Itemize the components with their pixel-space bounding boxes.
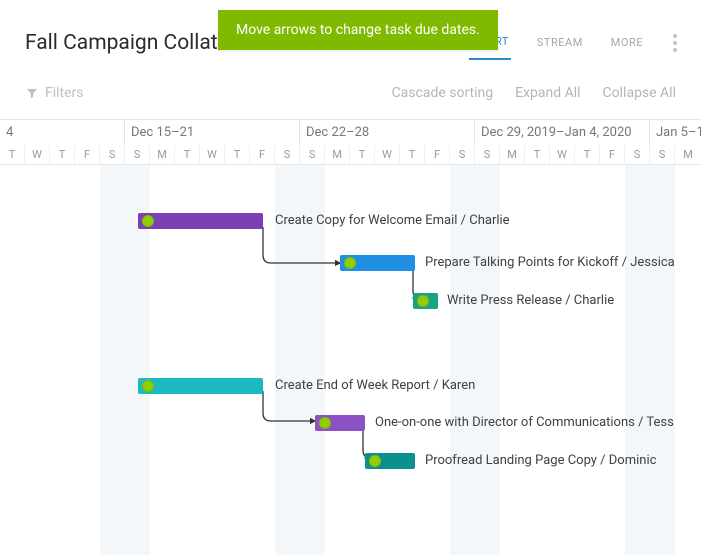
view-tabs: CHART STREAM MORE: [469, 25, 681, 60]
tab-stream[interactable]: STREAM: [535, 26, 585, 59]
overflow-menu-icon[interactable]: [669, 30, 681, 56]
week-dec29: Dec 29, 2019–Jan 4, 2020: [475, 120, 650, 145]
assignee-avatar: [142, 380, 154, 392]
gantt-body[interactable]: Create Copy for Welcome Email / Charlie …: [0, 165, 701, 555]
day-col: T: [525, 145, 550, 164]
filters-button[interactable]: Filters: [25, 85, 84, 101]
day-col: T: [50, 145, 75, 164]
day-col: S: [650, 145, 675, 164]
cascade-sorting-button[interactable]: Cascade sorting: [392, 85, 494, 101]
task-row: Proofread Landing Page Copy / Dominic: [0, 450, 701, 474]
filters-label: Filters: [45, 85, 84, 101]
week-partial: 4: [0, 120, 125, 145]
day-col: F: [75, 145, 100, 164]
task-label[interactable]: One-on-one with Director of Communicatio…: [375, 415, 674, 430]
task-label[interactable]: Prepare Talking Points for Kickoff / Jes…: [425, 255, 675, 270]
week-dec15: Dec 15–21: [125, 120, 300, 145]
assignee-avatar: [417, 295, 429, 307]
day-col: S: [100, 145, 125, 164]
task-label[interactable]: Create Copy for Welcome Email / Charlie: [275, 213, 510, 228]
day-col: W: [550, 145, 575, 164]
task-bar-proofread[interactable]: [365, 453, 415, 469]
week-dec22: Dec 22–28: [300, 120, 475, 145]
assignee-avatar: [142, 215, 154, 227]
day-col: T: [350, 145, 375, 164]
task-row: Create Copy for Welcome Email / Charlie: [0, 210, 701, 234]
day-col: M: [500, 145, 525, 164]
task-row: One-on-one with Director of Communicatio…: [0, 412, 701, 436]
day-col: W: [375, 145, 400, 164]
task-row: Create End of Week Report / Karen: [0, 375, 701, 399]
day-col: F: [250, 145, 275, 164]
day-col: S: [450, 145, 475, 164]
assignee-avatar: [319, 417, 331, 429]
day-col: T: [575, 145, 600, 164]
task-bar-one-on-one[interactable]: [315, 415, 365, 431]
day-col: S: [125, 145, 150, 164]
tab-more[interactable]: MORE: [609, 26, 645, 59]
task-label[interactable]: Write Press Release / Charlie: [447, 293, 614, 308]
day-col: M: [675, 145, 701, 164]
day-col: F: [425, 145, 450, 164]
toolbar: Filters Cascade sorting Expand All Colla…: [0, 75, 701, 119]
day-col: T: [225, 145, 250, 164]
day-col: T: [400, 145, 425, 164]
day-col: W: [25, 145, 50, 164]
timeline-header: 4 Dec 15–21 Dec 22–28 Dec 29, 2019–Jan 4…: [0, 119, 701, 165]
task-bar-create-copy[interactable]: [138, 213, 263, 229]
day-col: W: [200, 145, 225, 164]
day-col: M: [150, 145, 175, 164]
task-row: Write Press Release / Charlie: [0, 290, 701, 314]
collapse-all-button[interactable]: Collapse All: [603, 85, 676, 101]
day-col: T: [175, 145, 200, 164]
assignee-avatar: [369, 455, 381, 467]
day-col: S: [625, 145, 650, 164]
hint-toast: Move arrows to change task due dates.: [218, 10, 498, 50]
assignee-avatar: [344, 257, 356, 269]
weeks-row: 4 Dec 15–21 Dec 22–28 Dec 29, 2019–Jan 4…: [0, 120, 701, 145]
expand-all-button[interactable]: Expand All: [515, 85, 580, 101]
day-col: F: [600, 145, 625, 164]
toolbar-actions: Cascade sorting Expand All Collapse All: [392, 85, 676, 101]
day-col: T: [0, 145, 25, 164]
task-bar-press-release[interactable]: [413, 293, 438, 309]
task-bar-talking-points[interactable]: [340, 255, 415, 271]
task-label[interactable]: Proofread Landing Page Copy / Dominic: [425, 453, 656, 468]
day-col: M: [325, 145, 350, 164]
task-bar-end-of-week[interactable]: [138, 378, 263, 394]
day-col: S: [475, 145, 500, 164]
day-col: S: [300, 145, 325, 164]
task-label[interactable]: Create End of Week Report / Karen: [275, 378, 475, 393]
week-jan5: Jan 5–11: [650, 120, 701, 145]
filter-icon: [25, 86, 39, 100]
task-row: Prepare Talking Points for Kickoff / Jes…: [0, 252, 701, 276]
days-row: T W T F S S M T W T F S S M T W T F S S …: [0, 145, 701, 164]
day-col: S: [275, 145, 300, 164]
